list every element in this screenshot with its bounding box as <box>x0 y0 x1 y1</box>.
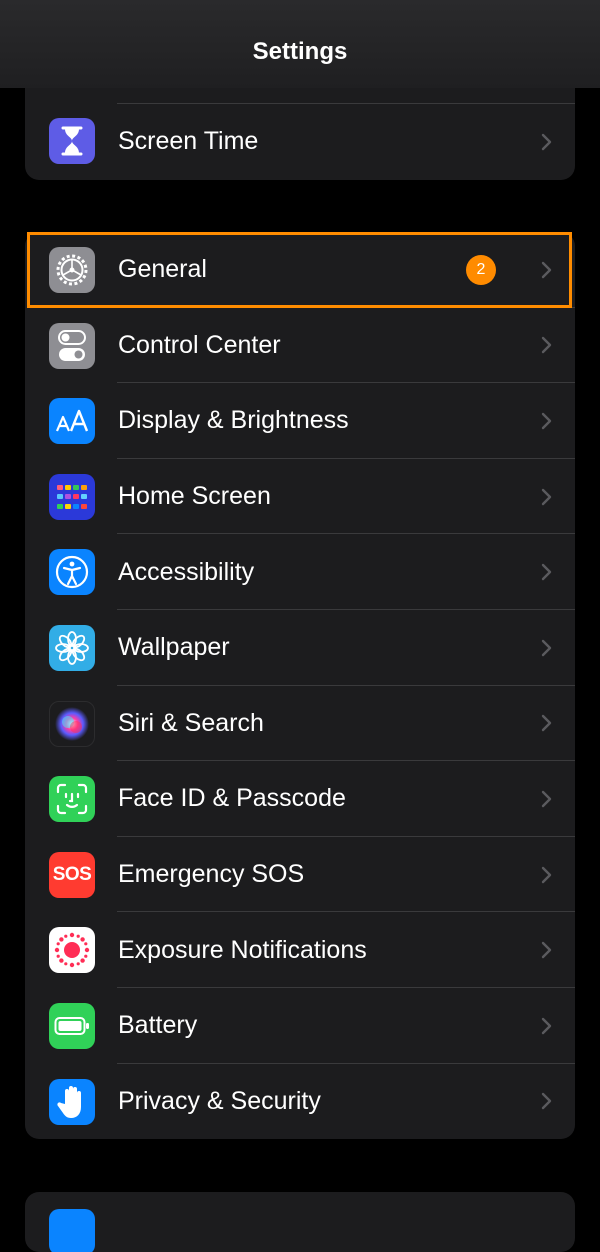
hand-icon <box>49 1078 95 1125</box>
settings-row-label: Battery <box>118 1011 198 1040</box>
settings-group-bottom <box>25 1192 575 1252</box>
settings-row-general[interactable]: General 2 <box>25 232 575 308</box>
chevron-right-icon <box>541 941 552 959</box>
settings-row-exposure-notifications[interactable]: Exposure Notifications <box>25 912 575 988</box>
chevron-right-icon <box>541 412 552 430</box>
siri-icon <box>49 700 95 747</box>
settings-row-label: Accessibility <box>118 557 255 586</box>
notification-badge: 2 <box>466 254 496 285</box>
chevron-right-icon <box>541 715 552 732</box>
sos-icon-text: SOS <box>52 863 92 885</box>
chevron-right-icon <box>541 563 552 581</box>
page-title: Settings <box>252 38 348 65</box>
chevron-right-icon <box>541 1017 552 1034</box>
accessibility-icon <box>49 549 95 596</box>
settings-row-label: Privacy & Security <box>118 1086 321 1115</box>
chevron-right-icon <box>541 261 552 278</box>
chevron-right-icon <box>541 488 552 505</box>
settings-row-label: Exposure Notifications <box>118 935 367 964</box>
exposure-icon <box>49 927 95 974</box>
chevron-right-icon <box>541 133 552 150</box>
settings-row-label: Face ID & Passcode <box>118 784 346 813</box>
settings-group-main: General 2 Control Center Display & Brigh… <box>25 232 575 1139</box>
battery-icon <box>49 1002 95 1049</box>
settings-row-label: General <box>118 255 207 284</box>
sos-icon: SOS <box>49 851 95 898</box>
hourglass-icon <box>49 118 95 164</box>
chevron-right-icon <box>541 639 552 656</box>
settings-row-siri-search[interactable]: Siri & Search <box>25 686 575 762</box>
chevron-right-icon <box>541 790 552 808</box>
flower-icon <box>49 624 95 671</box>
settings-row-label: Wallpaper <box>118 633 230 662</box>
chevron-right-icon <box>541 337 552 354</box>
settings-row-accessibility[interactable]: Accessibility <box>25 534 575 610</box>
chevron-right-icon <box>541 1093 552 1110</box>
settings-row-emergency-sos[interactable]: SOS Emergency SOS <box>25 837 575 913</box>
app-store-icon <box>49 1209 95 1252</box>
settings-row-label: Control Center <box>118 330 281 359</box>
settings-row-battery[interactable]: Battery <box>25 988 575 1064</box>
settings-row-screen-time[interactable]: Screen Time <box>25 104 575 180</box>
settings-row-label: Display & Brightness <box>118 406 349 435</box>
settings-row-face-id-passcode[interactable]: Face ID & Passcode <box>25 761 575 837</box>
settings-group-top: Screen Time <box>25 72 575 180</box>
app-grid-icon <box>49 473 95 520</box>
gear-icon <box>49 247 95 293</box>
settings-row-label: Emergency SOS <box>118 860 305 889</box>
settings-row-home-screen[interactable]: Home Screen <box>25 459 575 535</box>
settings-row-control-center[interactable]: Control Center <box>25 308 575 384</box>
settings-row-wallpaper[interactable]: Wallpaper <box>25 610 575 686</box>
settings-row-label: Siri & Search <box>118 708 264 737</box>
chevron-right-icon <box>541 866 552 883</box>
settings-row-privacy-security[interactable]: Privacy & Security <box>25 1064 575 1139</box>
settings-row-display-brightness[interactable]: Display & Brightness <box>25 383 575 459</box>
face-id-icon <box>49 776 95 823</box>
settings-row-label: Screen Time <box>118 127 259 156</box>
settings-row-label: Home Screen <box>118 482 271 511</box>
navigation-bar: Settings <box>0 0 600 88</box>
text-size-icon <box>49 398 95 445</box>
toggles-icon <box>49 322 95 369</box>
